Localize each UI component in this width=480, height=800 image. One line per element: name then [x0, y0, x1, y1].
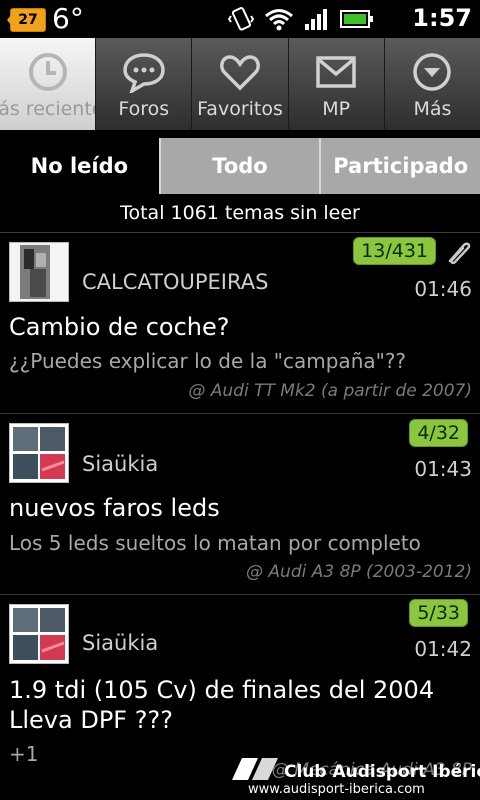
tab-label: Foros: [118, 98, 170, 120]
watermark-brand: Club Audisport Ibérica: [284, 762, 480, 782]
topic-snippet: Los 5 leds sueltos lo matan por completo: [9, 531, 421, 555]
clock-icon: [28, 53, 67, 91]
topic-forum: @ Audi TT Mk2 (a partir de 2007): [188, 381, 472, 401]
temperature: 6°: [52, 2, 84, 35]
topic-snippet: +1: [9, 742, 39, 766]
topic-author: Siaükia: [82, 631, 159, 655]
status-bar: 27 6° 1:57: [0, 0, 480, 38]
chat-bubble-icon: [123, 53, 165, 93]
avatar: [9, 604, 69, 664]
topic-title: nuevos faros leds: [9, 494, 220, 522]
tab-favoritos[interactable]: Favoritos: [191, 38, 287, 130]
top-tabs: Más recientes Foros Favoritos MP: [0, 38, 480, 130]
post-count-badge: 4/32: [409, 419, 468, 447]
vibrate-icon: [228, 7, 254, 31]
topic-author: CALCATOUPEIRAS: [82, 270, 269, 294]
signal-icon: [305, 9, 327, 30]
topic-author: Siaükia: [82, 452, 159, 476]
topic-time: 01:43: [414, 457, 472, 481]
topic-time: 01:42: [414, 637, 472, 661]
tab-mas[interactable]: Más: [383, 38, 480, 130]
topic-row[interactable]: CALCATOUPEIRAS 13/431 01:46 Cambio de co…: [0, 233, 480, 413]
topic-snippet: ¿¿Puedes explicar lo de la "campaña"??: [9, 349, 407, 373]
tab-foros[interactable]: Foros: [95, 38, 191, 130]
tab-label: MP: [322, 98, 351, 120]
topic-forum: @ Audi A3 8P (2003-2012): [246, 562, 472, 582]
post-count-badge: 13/431: [353, 237, 436, 265]
topic-time: 01:46: [414, 277, 472, 301]
audisport-logo: [232, 758, 278, 780]
topic-title: 1.9 tdi (105 Cv) de finales del 2004 Lle…: [9, 676, 435, 734]
tab-label: Más recientes: [0, 98, 95, 120]
battery-icon: [340, 10, 373, 28]
filter-participado[interactable]: Participado: [319, 138, 480, 194]
calendar-day: 27: [18, 12, 38, 28]
watermark-url: www.audisport-iberica.com: [248, 782, 425, 797]
post-count-badge: 5/33: [409, 599, 468, 627]
watermark: Club Audisport Ibérica www.audisport-ibe…: [232, 756, 480, 800]
avatar: [9, 242, 69, 302]
dropdown-circle-icon: [413, 53, 452, 91]
heart-icon: [220, 55, 260, 91]
tab-mas-recientes[interactable]: Más recientes: [0, 38, 96, 130]
filter-todo[interactable]: Todo: [158, 138, 320, 194]
avatar: [9, 423, 69, 483]
tab-mp[interactable]: MP: [287, 38, 384, 130]
status-clock: 1:57: [412, 4, 472, 32]
topic-title: Cambio de coche?: [9, 313, 230, 341]
tab-label: Más: [413, 98, 452, 120]
calendar-icon: 27: [7, 8, 46, 32]
filter-tabs: No leído Todo Participado: [0, 138, 480, 194]
paperclip-icon: [448, 242, 471, 265]
filter-no-leido[interactable]: No leído: [0, 138, 159, 194]
wifi-icon: [265, 9, 293, 31]
unread-total: Total 1061 temas sin leer: [120, 202, 360, 224]
tab-label: Favoritos: [197, 98, 283, 120]
topic-row[interactable]: Siaükia 4/32 01:43 nuevos faros leds Los…: [0, 414, 480, 594]
envelope-icon: [316, 56, 356, 88]
